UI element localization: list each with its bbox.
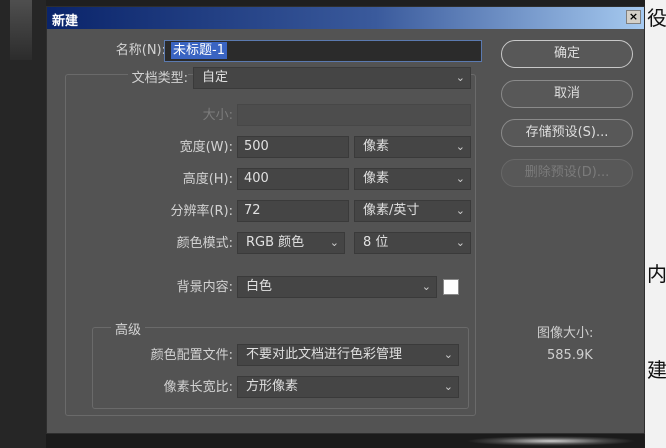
chevron-down-icon: ⌄ <box>329 236 339 249</box>
bit-depth-value: 8 位 <box>363 235 389 250</box>
chevron-down-icon: ⌄ <box>455 172 465 185</box>
height-unit-select[interactable]: 像素 ⌄ <box>354 168 471 190</box>
background-text-top: 役 <box>647 6 666 30</box>
cancel-button[interactable]: 取消 <box>501 80 633 108</box>
background-left-area <box>0 0 46 448</box>
color-profile-label: 颜色配置文件: <box>150 348 233 363</box>
resolution-value: 72 <box>244 203 261 218</box>
ok-button[interactable]: 确定 <box>501 40 633 68</box>
doc-type-select[interactable]: 自定 ⌄ <box>193 67 471 89</box>
height-input[interactable]: 400 <box>237 168 349 190</box>
width-label: 宽度(W): <box>179 140 233 155</box>
delete-preset-button: 删除预设(D)... <box>501 159 633 187</box>
background-color-swatch[interactable] <box>443 279 459 295</box>
background-select[interactable]: 白色 ⌄ <box>237 276 437 298</box>
chevron-down-icon: ⌄ <box>443 348 453 361</box>
resolution-label: 分辨率(R): <box>170 204 233 219</box>
background-text-middle: 内 <box>647 262 666 286</box>
resolution-unit-select[interactable]: 像素/英寸 ⌄ <box>354 200 471 222</box>
chevron-down-icon: ⌄ <box>421 280 431 293</box>
height-value: 400 <box>244 171 269 186</box>
close-icon: × <box>628 10 639 23</box>
bit-depth-select[interactable]: 8 位 ⌄ <box>354 232 471 254</box>
background-value: 白色 <box>246 279 273 294</box>
color-mode-select[interactable]: RGB 颜色 ⌄ <box>237 232 345 254</box>
save-preset-button[interactable]: 存储预设(S)... <box>501 119 633 147</box>
color-profile-value: 不要对此文档进行色彩管理 <box>246 347 403 362</box>
doc-type-label: 文档类型: <box>127 71 188 87</box>
new-document-dialog: 新建 × 名称(N): 未标题-1 文档类型: 自定 ⌄ 大小: 宽度(W): 5… <box>46 6 645 434</box>
chevron-down-icon: ⌄ <box>455 204 465 217</box>
resolution-input[interactable]: 72 <box>237 200 349 222</box>
dialog-title: 新建 <box>52 14 79 29</box>
chevron-down-icon: ⌄ <box>455 71 465 84</box>
chevron-down-icon: ⌄ <box>443 380 453 393</box>
image-size-value: 585.9K <box>547 348 593 363</box>
chevron-down-icon: ⌄ <box>455 236 465 249</box>
background-text-bottom: 建 <box>647 358 666 382</box>
size-select <box>237 104 471 126</box>
pixel-aspect-label: 像素长宽比: <box>163 380 233 395</box>
pixel-aspect-select[interactable]: 方形像素 ⌄ <box>237 376 459 398</box>
chevron-down-icon: ⌄ <box>455 140 465 153</box>
resolution-unit-value: 像素/英寸 <box>363 203 420 218</box>
height-label: 高度(H): <box>182 172 233 187</box>
size-label: 大小: <box>202 108 233 123</box>
background-document-edge: 役 内 建 <box>645 0 666 448</box>
dialog-titlebar[interactable]: 新建 × <box>47 7 644 29</box>
pixel-aspect-value: 方形像素 <box>246 379 299 394</box>
color-mode-label: 颜色模式: <box>176 236 233 251</box>
height-unit-value: 像素 <box>363 171 390 186</box>
color-profile-select[interactable]: 不要对此文档进行色彩管理 ⌄ <box>237 344 459 366</box>
close-button[interactable]: × <box>626 10 641 24</box>
width-input[interactable]: 500 <box>237 136 349 158</box>
width-unit-value: 像素 <box>363 139 390 154</box>
background-label: 背景内容: <box>176 280 233 295</box>
doc-type-value: 自定 <box>202 70 229 85</box>
name-label: 名称(N): <box>115 43 166 58</box>
width-value: 500 <box>244 139 269 154</box>
color-mode-value: RGB 颜色 <box>246 235 305 250</box>
background-bottom-area <box>46 434 645 448</box>
width-unit-select[interactable]: 像素 ⌄ <box>354 136 471 158</box>
name-input-value: 未标题-1 <box>171 42 227 59</box>
image-size-label: 图像大小: <box>537 326 594 341</box>
advanced-title: 高级 <box>111 319 146 338</box>
name-input[interactable]: 未标题-1 <box>164 40 482 62</box>
